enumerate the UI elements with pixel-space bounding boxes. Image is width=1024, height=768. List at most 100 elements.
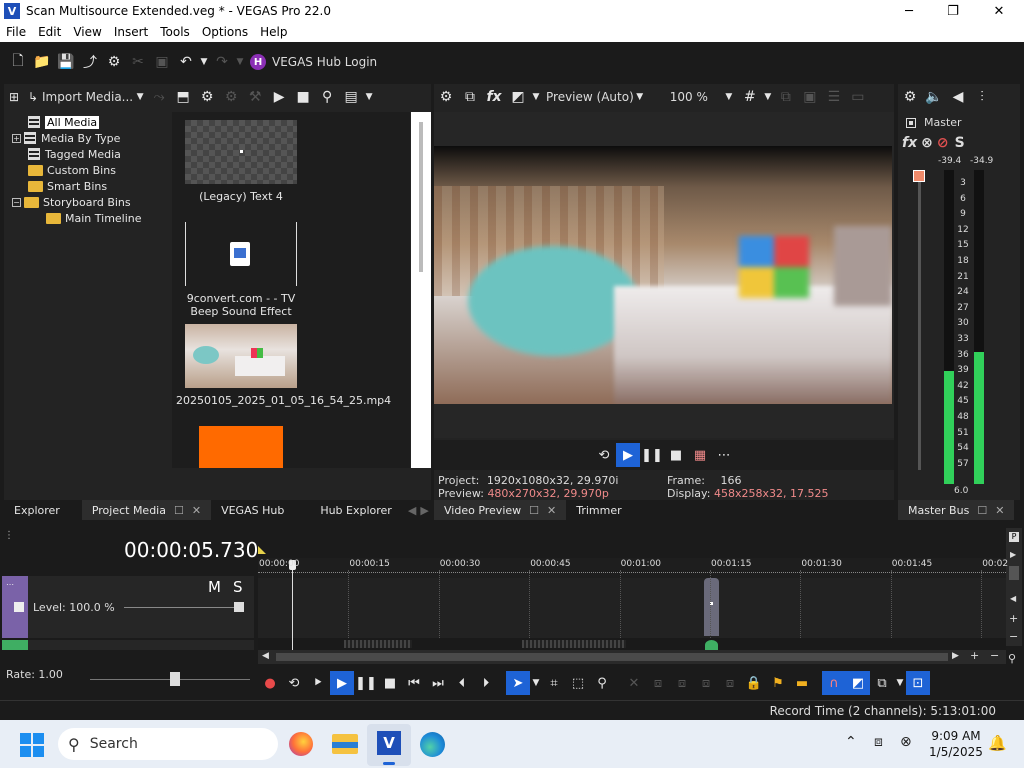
zoom-search-icon[interactable]: ⚲ xyxy=(1008,652,1016,665)
video-track-lane[interactable] xyxy=(258,578,1006,638)
save-snapshot-icon[interactable]: ▣ xyxy=(798,85,822,109)
grid-icon[interactable]: # xyxy=(738,85,762,109)
close-tab-icon[interactable]: ✕ xyxy=(192,504,201,517)
speaker-icon[interactable]: 🔈 xyxy=(922,85,946,109)
expand-icon[interactable]: + xyxy=(12,133,21,143)
undo-dropdown-icon[interactable]: ▼ xyxy=(198,50,210,74)
loop-playback-icon[interactable]: ⟲ xyxy=(282,671,306,695)
scroll-up-icon[interactable]: ▶ xyxy=(1010,550,1016,559)
edge-icon[interactable] xyxy=(420,732,445,757)
menu-tools[interactable]: Tools xyxy=(154,25,196,39)
split-icon[interactable]: ⧈ xyxy=(718,671,742,695)
track-expand-icon[interactable] xyxy=(14,602,24,612)
ripple-dropdown-icon[interactable]: ▼ xyxy=(894,671,906,695)
external-monitor-icon[interactable]: ⧉ xyxy=(458,85,482,109)
zoom-dropdown-icon[interactable]: ▼ xyxy=(720,85,738,109)
trim-start-icon[interactable]: ⧈ xyxy=(670,671,694,695)
import-dropdown-icon[interactable]: ▼ xyxy=(133,85,147,109)
tab-hub-explorer[interactable]: Hub Explorer xyxy=(310,500,402,520)
envelope-tool-icon[interactable]: ⌗ xyxy=(542,671,566,695)
minimize-button[interactable]: ─ xyxy=(886,0,932,22)
show-hidden-icons-icon[interactable]: ⌃ xyxy=(845,734,857,750)
track-mute-button[interactable]: M xyxy=(208,578,221,596)
menu-edit[interactable]: Edit xyxy=(32,25,67,39)
stop-button[interactable]: ■ xyxy=(664,443,688,467)
play-button[interactable]: ▶ xyxy=(616,443,640,467)
rate-slider-handle[interactable] xyxy=(170,672,180,686)
save-icon[interactable]: 💾 xyxy=(54,50,78,74)
collapse-icon[interactable]: − xyxy=(12,197,21,207)
network-icon[interactable]: ⧈ xyxy=(874,734,883,750)
media-thumb-text[interactable] xyxy=(185,120,297,184)
track-solo-button[interactable]: S xyxy=(233,578,243,596)
lock-envelopes-icon[interactable]: ⊡ xyxy=(906,671,930,695)
media-scrollbar[interactable] xyxy=(411,112,431,468)
tab-explorer[interactable]: Explorer xyxy=(4,500,70,520)
tab-scroll-left-icon[interactable]: ◀ xyxy=(408,504,416,517)
marker-icon[interactable]: ⚑ xyxy=(766,671,790,695)
zoom-select[interactable]: 100 % xyxy=(670,90,708,104)
auto-ripple-icon[interactable]: ⧉ xyxy=(870,671,894,695)
mute-icon[interactable]: ⊘ xyxy=(937,135,949,151)
media-thumb-video[interactable] xyxy=(185,324,297,388)
edit-tool-dropdown-icon[interactable]: ▼ xyxy=(530,671,542,695)
next-frame-icon[interactable]: ⏵ xyxy=(474,671,498,695)
auto-crossfade-icon[interactable]: ◩ xyxy=(846,671,870,695)
tree-item-tagged-media[interactable]: Tagged Media xyxy=(28,146,121,162)
master-fader-handle[interactable] xyxy=(913,170,925,182)
undock-icon[interactable]: ☐ xyxy=(529,504,539,517)
video-fx-icon[interactable]: fx xyxy=(482,85,506,109)
record-button[interactable]: ● xyxy=(258,671,282,695)
split-dropdown-icon[interactable]: ▼ xyxy=(530,85,542,109)
close-button[interactable]: ✕ xyxy=(976,0,1022,22)
firefox-icon[interactable] xyxy=(289,732,313,756)
menu-help[interactable]: Help xyxy=(254,25,293,39)
tab-vegas-hub[interactable]: VEGAS Hub xyxy=(211,500,294,520)
pause-button[interactable]: ❚❚ xyxy=(354,671,378,695)
zoom-out-icon[interactable]: − xyxy=(990,649,999,662)
go-to-end-icon[interactable]: ⏭ xyxy=(426,671,450,695)
selection-tool-icon[interactable]: ⬚ xyxy=(566,671,590,695)
file-explorer-icon[interactable] xyxy=(332,734,358,754)
timeline-horizontal-scrollbar[interactable]: ◀ ▶ + − xyxy=(258,649,1006,664)
zoom-tool-icon[interactable]: ⚲ xyxy=(590,671,614,695)
tree-item-storyboard-bins[interactable]: − Storyboard Bins xyxy=(12,194,131,210)
render-preview-icon[interactable]: ▦ xyxy=(688,443,712,467)
settings-gear-icon[interactable]: ⚙ xyxy=(102,50,126,74)
downmix-icon[interactable]: ◀ xyxy=(946,85,970,109)
tree-item-main-timeline[interactable]: Main Timeline xyxy=(46,210,142,226)
zoom-in-vertical-icon[interactable]: + xyxy=(1009,612,1018,625)
media-thumb-audio[interactable] xyxy=(185,222,297,286)
lock-icon[interactable]: 🔒 xyxy=(742,671,766,695)
track-level-handle[interactable] xyxy=(234,602,244,612)
media-thumb-color[interactable] xyxy=(199,426,283,468)
equalizer-icon[interactable]: ⫶ xyxy=(970,85,994,109)
scroll-left-icon[interactable]: ◀ xyxy=(262,651,269,661)
capture-icon[interactable]: ⬒ xyxy=(171,85,195,109)
remove-media-icon[interactable]: ⚒ xyxy=(243,85,267,109)
play-button[interactable]: ▶ xyxy=(330,671,354,695)
video-track-header[interactable]: ⋯ M S Level: 100.0 % xyxy=(2,576,254,638)
delete-icon[interactable]: ✕ xyxy=(622,671,646,695)
master-solo-button[interactable]: S xyxy=(955,135,965,151)
tree-item-smart-bins[interactable]: Smart Bins xyxy=(28,178,107,194)
master-fader-track[interactable] xyxy=(918,170,921,470)
tree-item-all-media[interactable]: All Media xyxy=(28,114,100,130)
zoom-in-icon[interactable]: + xyxy=(970,649,979,662)
preview-quality-select[interactable]: Preview (Auto) xyxy=(546,90,634,104)
paste-icon[interactable]: ▣ xyxy=(150,50,174,74)
close-tab-icon[interactable]: ✕ xyxy=(547,504,556,517)
audio-track-header[interactable] xyxy=(2,640,254,650)
hub-login-link[interactable]: VEGAS Hub Login xyxy=(272,55,377,69)
normal-edit-tool-icon[interactable]: ➤ xyxy=(506,671,530,695)
stop-icon[interactable]: ■ xyxy=(291,85,315,109)
redo-icon[interactable]: ↷ xyxy=(210,50,234,74)
audio-track-lane[interactable] xyxy=(258,638,1006,650)
pause-button[interactable]: ❚❚ xyxy=(640,443,664,467)
mixer-settings-icon[interactable]: ⚙ xyxy=(898,85,922,109)
quality-dropdown-icon[interactable]: ▼ xyxy=(634,85,646,109)
more-options-icon[interactable]: ⋯ xyxy=(712,443,736,467)
tree-item-media-by-type[interactable]: + Media By Type xyxy=(12,130,120,146)
horizontal-scroll-thumb[interactable] xyxy=(276,653,948,661)
undock-icon[interactable]: ☐ xyxy=(977,504,987,517)
